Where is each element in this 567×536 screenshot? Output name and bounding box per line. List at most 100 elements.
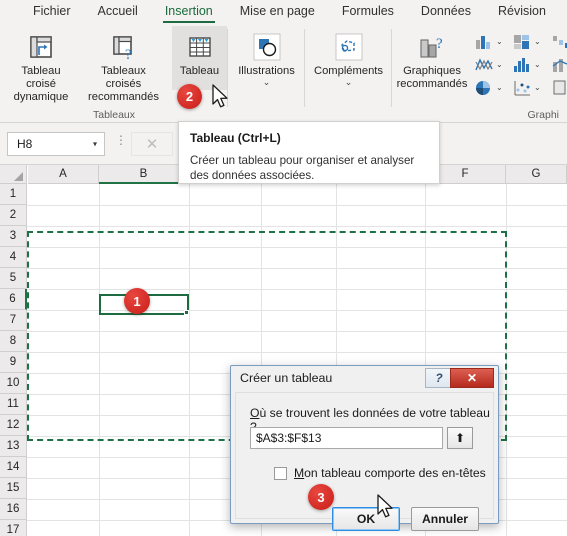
- step-badge-2: 2: [177, 84, 202, 109]
- table-button[interactable]: Tableau: [172, 26, 227, 90]
- recommended-charts-button[interactable]: ? Graphiques recommandés: [394, 26, 470, 91]
- formula-cancel-button[interactable]: ✕: [131, 132, 173, 156]
- name-box[interactable]: H8 ▾: [7, 132, 105, 156]
- gridline-horizontal: [27, 226, 567, 227]
- select-all-corner[interactable]: [0, 165, 27, 184]
- pivot-table-button[interactable]: Tableau croisé dynamique: [2, 26, 80, 104]
- recommended-pivot-label-line1: Tableaux croisés: [101, 65, 146, 90]
- tab-insertion[interactable]: Insertion: [156, 2, 222, 23]
- table-label: Tableau: [179, 65, 220, 77]
- gridline-horizontal: [27, 268, 567, 269]
- row-header-7[interactable]: 7: [0, 310, 27, 331]
- row-header-9[interactable]: 9: [0, 352, 27, 373]
- tab-mise-en-page[interactable]: Mise en page: [231, 2, 324, 22]
- gridline-horizontal: [27, 289, 567, 290]
- row-header-11[interactable]: 11: [0, 394, 27, 415]
- dialog-title: Créer un tableau: [240, 371, 333, 385]
- chevron-down-icon[interactable]: ▾: [93, 140, 97, 149]
- gridline-horizontal: [27, 352, 567, 353]
- tab-formules[interactable]: Formules: [333, 2, 403, 22]
- row-header-13[interactable]: 13: [0, 436, 27, 457]
- scatter-chart-button[interactable]: ⌄: [512, 76, 550, 99]
- tab-fichier[interactable]: Fichier: [24, 2, 80, 22]
- tooltip-body: Créer un tableau pour organiser et analy…: [190, 154, 415, 182]
- svg-text:?: ?: [125, 47, 132, 61]
- headers-checkbox-accesskey: M: [294, 466, 305, 480]
- group-title-tableaux: Tableaux: [92, 109, 136, 121]
- chevron-down-icon[interactable]: ⌄: [534, 83, 541, 92]
- row-header-16[interactable]: 16: [0, 499, 27, 520]
- excel-window: Fichier Accueil Insertion Mise en page F…: [0, 0, 567, 536]
- addins-button[interactable]: Compléments ⌄: [306, 26, 391, 87]
- headers-checkbox-row[interactable]: Mon tableau comporte des en-têtes: [274, 466, 486, 480]
- pie-chart-button[interactable]: ⌄: [474, 76, 512, 99]
- range-input-value: $A$3:$F$13: [256, 431, 322, 445]
- chevron-down-icon[interactable]: ⌄: [496, 60, 503, 69]
- column-chart-button[interactable]: ⌄: [474, 30, 512, 53]
- dialog-content: Où se trouvent les données de votre tabl…: [235, 392, 494, 531]
- row-header-5[interactable]: 5: [0, 268, 27, 289]
- range-input[interactable]: $A$3:$F$13: [250, 427, 443, 449]
- hierarchy-chart-button[interactable]: ⌄: [512, 30, 550, 53]
- headers-checkbox[interactable]: [274, 466, 287, 480]
- gridline-horizontal: [27, 331, 567, 332]
- chevron-down-icon[interactable]: ⌄: [345, 78, 353, 87]
- cancel-button[interactable]: Annuler: [411, 507, 479, 531]
- treemap-chart-icon: [514, 34, 529, 49]
- create-table-dialog: Créer un tableau ? ✕ Où se trouvent les …: [230, 365, 499, 531]
- statistic-chart-button[interactable]: ⌄: [512, 53, 550, 76]
- tab-donnees[interactable]: Données: [412, 2, 480, 22]
- line-chart-button[interactable]: ⌄: [474, 53, 512, 76]
- row-header-12[interactable]: 12: [0, 415, 27, 436]
- ribbon-body: Tableaux Tableau croisé dynamique ? Tabl…: [0, 24, 567, 123]
- recommended-charts-icon: ?: [415, 29, 449, 65]
- line-chart-icon: [475, 57, 493, 70]
- dialog-help-button[interactable]: ?: [425, 368, 453, 388]
- recommended-pivot-label-line2: recommandés: [88, 91, 159, 103]
- ribbon-group-complements: Compléments ⌄: [305, 24, 392, 123]
- recommended-pivot-button[interactable]: ? Tableaux croisés recommandés: [82, 26, 165, 104]
- pivot-table-icon: [27, 29, 55, 65]
- combo-chart-button[interactable]: ⌄: [550, 53, 567, 76]
- recommended-pivot-icon: ?: [110, 29, 138, 65]
- group-title-graphiques: Graphi: [527, 109, 559, 121]
- row-header-8[interactable]: 8: [0, 331, 27, 352]
- table-tooltip: Tableau (Ctrl+L) Créer un tableau pour o…: [178, 121, 440, 184]
- map-chart-button[interactable]: ⌄: [550, 76, 567, 99]
- column-header-g[interactable]: G: [506, 165, 567, 184]
- row-header-15[interactable]: 15: [0, 478, 27, 499]
- map-chart-icon: [553, 80, 566, 94]
- row-header-1[interactable]: 1: [0, 184, 27, 205]
- row-header-4[interactable]: 4: [0, 247, 27, 268]
- svg-text:?: ?: [436, 36, 443, 52]
- row-header-10[interactable]: 10: [0, 373, 27, 394]
- mouse-cursor-ribbon: [211, 84, 231, 115]
- waterfall-chart-button[interactable]: ⌄: [550, 30, 567, 53]
- addins-icon: [332, 29, 366, 65]
- tab-accueil[interactable]: Accueil: [89, 2, 147, 22]
- row-header-14[interactable]: 14: [0, 457, 27, 478]
- chevron-down-icon[interactable]: ⌄: [496, 37, 503, 46]
- headers-checkbox-label: Mon tableau comporte des en-têtes: [294, 466, 486, 480]
- range-collapse-button[interactable]: ⬆: [447, 427, 473, 449]
- chart-type-gallery: ⌄ ⌄ ⌄ ⌄ ⌄ ⌄: [474, 30, 567, 99]
- fill-handle[interactable]: [184, 310, 189, 315]
- row-header-17[interactable]: 17: [0, 520, 27, 536]
- column-header-a[interactable]: A: [28, 165, 99, 184]
- formula-bar-more-icon[interactable]: ⋮: [115, 134, 127, 146]
- chevron-down-icon[interactable]: ⌄: [496, 83, 503, 92]
- step-badge-3: 3: [308, 484, 334, 510]
- ribbon-group-graphiques: Graphi ? Graphiques recommandés ⌄ ⌄ ⌄ ⌄ …: [392, 24, 567, 123]
- row-header-3[interactable]: 3: [0, 226, 27, 247]
- dialog-close-button[interactable]: ✕: [450, 368, 494, 388]
- tab-revision[interactable]: Révision: [489, 2, 555, 22]
- row-header-6[interactable]: 6: [0, 289, 27, 310]
- illustrations-button[interactable]: Illustrations ⌄: [229, 26, 304, 87]
- chevron-down-icon[interactable]: ⌄: [534, 37, 541, 46]
- recommended-charts-label-line2: recommandés: [396, 78, 468, 90]
- chevron-down-icon[interactable]: ⌄: [534, 60, 541, 69]
- row-header-2[interactable]: 2: [0, 205, 27, 226]
- collapse-dialog-icon: ⬆: [454, 431, 466, 445]
- chevron-down-icon[interactable]: ⌄: [263, 78, 271, 87]
- column-header-b[interactable]: B: [99, 165, 189, 184]
